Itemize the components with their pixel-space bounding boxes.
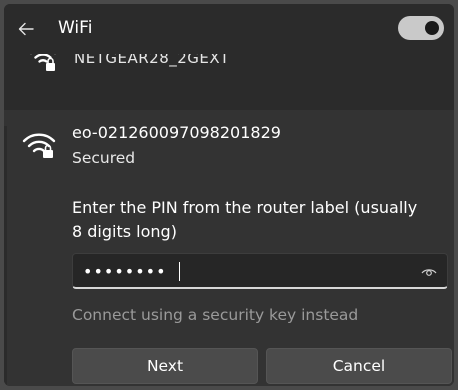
next-button[interactable]: Next — [72, 348, 258, 384]
reveal-password-button[interactable] — [419, 263, 439, 279]
network-name: NETGEAR28_2GEXT — [74, 54, 230, 67]
eye-icon — [421, 269, 437, 276]
pin-prompt: Enter the PIN from the router label (usu… — [72, 198, 418, 241]
wifi-secured-icon — [20, 126, 60, 164]
back-arrow-icon — [18, 22, 34, 36]
pin-field[interactable] — [72, 253, 448, 289]
back-button[interactable] — [12, 16, 40, 42]
toggle-knob — [425, 21, 439, 35]
network-name: eo-021260097098201829 — [72, 123, 281, 142]
text-caret — [179, 262, 180, 281]
cancel-button[interactable]: Cancel — [266, 348, 452, 384]
card-edge — [4, 126, 7, 386]
wifi-toggle[interactable] — [398, 16, 444, 40]
wifi-flyout: WiFi NETGEAR28_2GEXT eo-0212600970982018… — [0, 0, 458, 390]
wifi-header: WiFi — [4, 4, 454, 54]
page-title: WiFi — [58, 18, 93, 38]
network-item-selected: eo-021260097098201829 Secured Enter the … — [4, 110, 454, 386]
security-key-link[interactable]: Connect using a security key instead — [72, 306, 358, 324]
pin-input[interactable] — [83, 259, 383, 283]
wifi-secured-icon — [26, 54, 60, 78]
network-status: Secured — [72, 149, 136, 167]
network-item-previous[interactable]: NETGEAR28_2GEXT — [4, 54, 454, 88]
